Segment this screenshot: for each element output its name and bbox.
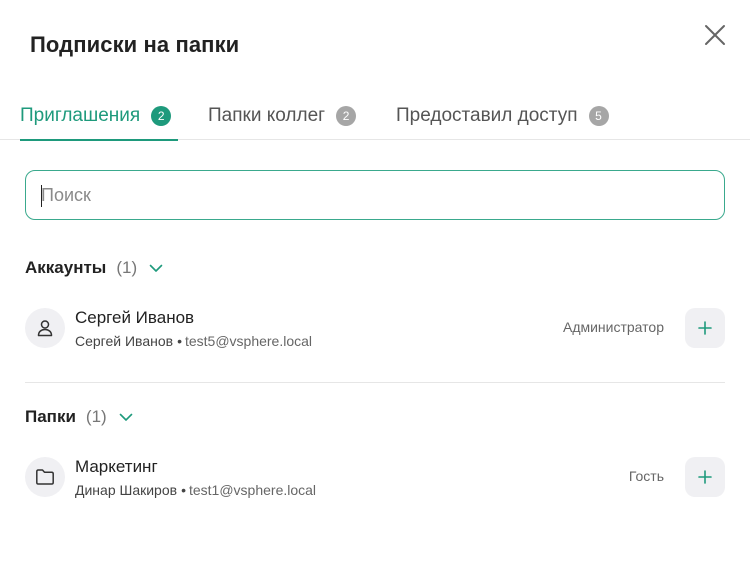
owner-email: test5@vsphere.local [184,333,313,349]
list-item: Маркетинг Динар Шакиров • test1@vsphere.lo… [25,455,725,499]
separator-dot: • [177,333,182,349]
accounts-section-toggle[interactable]: Аккаунты (1) [25,258,163,278]
tab-label: Папки коллег [208,105,326,126]
item-owner-line: Сергей Иванов • test5@vsphere.local [75,333,312,349]
chevron-down-icon [119,413,133,422]
avatar [25,457,65,497]
add-subscription-button[interactable] [685,308,725,348]
role-label: Администратор [562,319,664,335]
search-box [25,170,725,220]
close-button[interactable] [702,22,728,48]
section-divider [25,382,725,383]
section-count: (1) [116,258,138,277]
section-count: (1) [85,407,107,426]
user-icon [37,320,53,337]
avatar [25,308,65,348]
search-input[interactable] [26,171,724,219]
tab-label: Приглашения [20,105,141,126]
section-title: Аккаунты [25,258,107,277]
owner-name: Сергей Иванов [75,333,174,349]
plus-icon [698,321,712,335]
section-title: Папки [25,407,76,426]
tab-bar: Приглашения 2 Папки коллег 2 Предоставил… [0,92,750,141]
role-label: Гость [628,468,664,484]
tab-colleague-folders[interactable]: Папки коллег 2 [208,92,357,140]
tab-count-badge: 2 [336,106,357,126]
folders-section-toggle[interactable]: Папки (1) [25,407,133,427]
item-name: Маркетинг [75,457,158,476]
tab-count-badge: 2 [151,106,172,126]
tab-shared-access[interactable]: Предоставил доступ 5 [396,92,609,140]
close-icon [705,25,725,45]
owner-name: Динар Шакиров [75,482,178,498]
separator-dot: • [181,482,186,498]
text-cursor [41,185,42,207]
chevron-down-icon [149,264,163,273]
tab-label: Предоставил доступ [396,105,578,126]
add-subscription-button[interactable] [685,457,725,497]
tab-count-badge: 5 [588,106,609,126]
item-name: Сергей Иванов [75,308,195,327]
folder-icon [36,469,54,485]
item-owner-line: Динар Шакиров • test1@vsphere.local [75,482,316,498]
plus-icon [698,470,712,484]
dialog-title: Подписки на папки [30,32,240,57]
owner-email: test1@vsphere.local [188,482,317,498]
folder-subscriptions-dialog: Подписки на папки Приглашения 2 Папки ко… [0,0,750,567]
tab-invitations[interactable]: Приглашения 2 [20,92,178,141]
list-item: Сергей Иванов Сергей Иванов • test5@vspher… [25,306,725,350]
